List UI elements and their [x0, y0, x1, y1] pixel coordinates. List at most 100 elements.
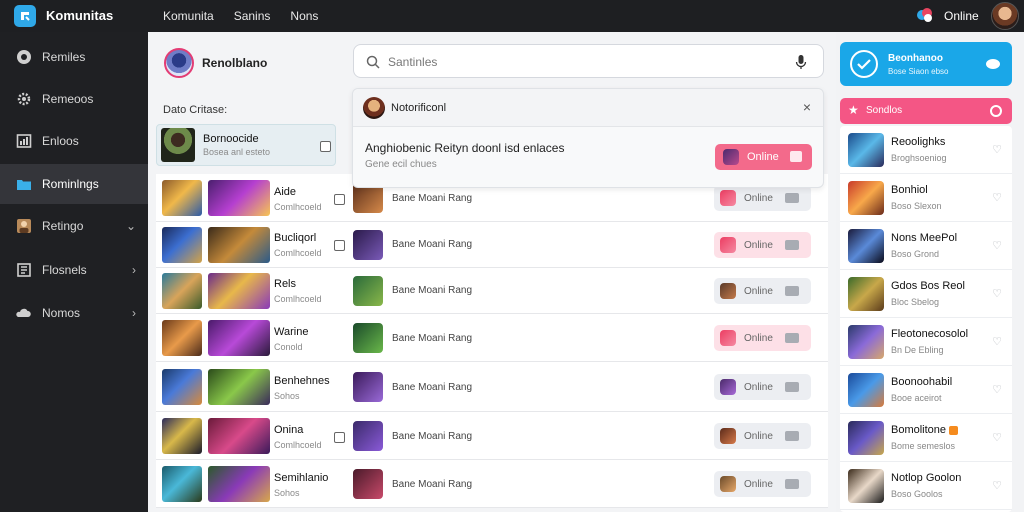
sidebar-item-remeoos[interactable]: Remeoos	[0, 79, 148, 119]
sidebar-item-retingo[interactable]: Retingo ⌄	[0, 206, 148, 246]
heart-icon[interactable]: ♡	[992, 431, 1002, 444]
top-nav-item-komunita[interactable]: Komunita	[163, 9, 214, 23]
promo-title: Beonhanoo	[888, 53, 943, 64]
rail-header[interactable]: ★ Sondlos	[840, 98, 1012, 124]
heart-icon[interactable]: ♡	[992, 335, 1002, 348]
notifications-icon[interactable]	[916, 7, 934, 23]
list-item[interactable]: Nons MeePol Boso Grond ♡	[840, 222, 1012, 270]
list-item[interactable]: Boonoohabil Booe aceirot ♡	[840, 366, 1012, 414]
friend-name: Bonhiol	[891, 184, 928, 196]
chat-icon	[785, 431, 799, 441]
sidebar-item-label: Rominlngs	[42, 177, 99, 191]
member-name: Rels	[274, 278, 297, 290]
chat-icon	[790, 151, 802, 162]
list-item[interactable]: Fleotonecosolol Bn De Ebling ♡	[840, 318, 1012, 366]
list-item[interactable]: Reoolighks Broghsoeniog ♡	[840, 126, 1012, 174]
top-nav-item-nons[interactable]: Nons	[290, 9, 318, 23]
friend-subtext: Boso Grond	[891, 249, 940, 259]
friend-subtext: Bloc Sbelog	[891, 297, 940, 307]
top-bar: Komunitas Komunita Sanins Nons Online	[0, 0, 1024, 32]
game-banner	[208, 466, 270, 502]
sidebar-item-rominlngs[interactable]: Rominlngs	[0, 164, 148, 204]
status-label: Online	[744, 430, 773, 442]
game-icon	[353, 276, 383, 306]
eye-icon[interactable]	[986, 59, 1000, 69]
table-row[interactable]: Bucliqorl Comlhcoeld Bane Moani Rang Onl…	[156, 222, 828, 268]
member-name: Semihlanio	[274, 472, 329, 484]
search-input[interactable]	[388, 53, 778, 71]
game-label: Bane Moani Rang	[392, 239, 473, 250]
user-avatar[interactable]	[991, 2, 1019, 30]
status-pill[interactable]: Online	[714, 423, 811, 449]
table-row[interactable]: Semihlanio Sohos Bane Moani Rang Online	[156, 460, 828, 508]
game-banner	[208, 180, 270, 216]
profile-avatar[interactable]	[164, 48, 194, 78]
friend-subtext: Boso Slexon	[891, 201, 942, 211]
heart-icon[interactable]: ♡	[992, 383, 1002, 396]
sidebar-item-remiles[interactable]: Remiles	[0, 37, 148, 77]
status-pill[interactable]: Online	[714, 374, 811, 400]
group-icon	[16, 49, 32, 65]
app-logo-icon[interactable]	[14, 5, 36, 27]
table-row-selected[interactable]: Bornoocide Bosea anl esteto	[156, 124, 336, 166]
close-icon[interactable]: ×	[803, 99, 811, 115]
list-item[interactable]: Bomolitone Bome semeslos ♡	[840, 414, 1012, 462]
people-icon	[16, 218, 32, 234]
friend-name: Boonoohabil	[891, 376, 953, 388]
member-name: Bornoocide	[203, 133, 259, 145]
status-icon	[720, 283, 736, 299]
list-item[interactable]: Bonhiol Boso Slexon ♡	[840, 174, 1012, 222]
search-bar[interactable]	[353, 44, 824, 78]
status-pill[interactable]: Online	[714, 325, 811, 351]
row-checkbox[interactable]	[334, 432, 345, 443]
main-panel: Renolblano Dato Critase: Notorificonl × …	[148, 32, 836, 512]
list-item[interactable]: Notlop Goolon Boso Goolos ♡	[840, 462, 1012, 510]
sidebar: Remiles Remeoos Enloos Rominlngs Retingo…	[0, 32, 148, 512]
game-label: Bane Moani Rang	[392, 479, 473, 490]
top-nav-item-sanins[interactable]: Sanins	[234, 9, 271, 23]
game-banner	[208, 273, 270, 309]
member-thumbnail	[162, 466, 202, 502]
sidebar-item-enloos[interactable]: Enloos	[0, 121, 148, 161]
row-checkbox[interactable]	[334, 240, 345, 251]
heart-icon[interactable]: ♡	[992, 143, 1002, 156]
row-checkbox[interactable]	[320, 141, 331, 152]
microphone-icon[interactable]	[795, 54, 807, 70]
bookmark-icon	[16, 262, 32, 278]
app-title: Komunitas	[46, 8, 114, 23]
status-pill[interactable]: Online	[714, 278, 811, 304]
heart-icon[interactable]: ♡	[992, 479, 1002, 492]
notification-action-button[interactable]: Online	[715, 144, 812, 170]
check-circle-icon	[850, 50, 878, 78]
table-row[interactable]: Rels Comlhcoeld Bane Moani Rang Online	[156, 268, 828, 314]
game-banner	[208, 369, 270, 405]
chevron-right-icon: ›	[132, 306, 136, 320]
heart-icon[interactable]: ♡	[992, 287, 1002, 300]
sidebar-item-nomos[interactable]: Nomos ›	[0, 293, 148, 333]
friend-subtext: Boso Goolos	[891, 489, 943, 499]
friend-name: Notlop Goolon	[891, 472, 962, 484]
game-banner	[208, 418, 270, 454]
list-item[interactable]: Gdos Bos Reol Bloc Sbelog ♡	[840, 270, 1012, 318]
game-banner	[208, 227, 270, 263]
promo-card[interactable]: Beonhanoo Bose Siaon ebso	[840, 42, 1012, 86]
member-subtext: Comlhcoeld	[274, 248, 322, 258]
sidebar-item-flosnels[interactable]: Flosnels ›	[0, 250, 148, 290]
status-pill[interactable]: Online	[714, 185, 811, 211]
friend-name: Reoolighks	[891, 136, 946, 148]
member-thumbnail	[162, 418, 202, 454]
status-pill[interactable]: Online	[714, 471, 811, 497]
row-checkbox[interactable]	[334, 194, 345, 205]
member-subtext: Sohos	[274, 391, 300, 401]
notification-message: Anghiobenic Reityn doonl isd enlaces	[365, 141, 565, 155]
chat-icon	[785, 193, 799, 203]
heart-icon[interactable]: ♡	[992, 239, 1002, 252]
status-pill[interactable]: Online	[714, 232, 811, 258]
game-banner	[208, 320, 270, 356]
table-row[interactable]: Benhehnes Sohos Bane Moani Rang Online	[156, 362, 828, 412]
profile-name: Renolblano	[202, 56, 268, 70]
table-row[interactable]: Warine Conold Bane Moani Rang Online	[156, 314, 828, 362]
heart-icon[interactable]: ♡	[992, 191, 1002, 204]
table-row[interactable]: Onina Comlhcoeld Bane Moani Rang Online	[156, 412, 828, 460]
radio-circle-icon[interactable]	[990, 105, 1002, 117]
